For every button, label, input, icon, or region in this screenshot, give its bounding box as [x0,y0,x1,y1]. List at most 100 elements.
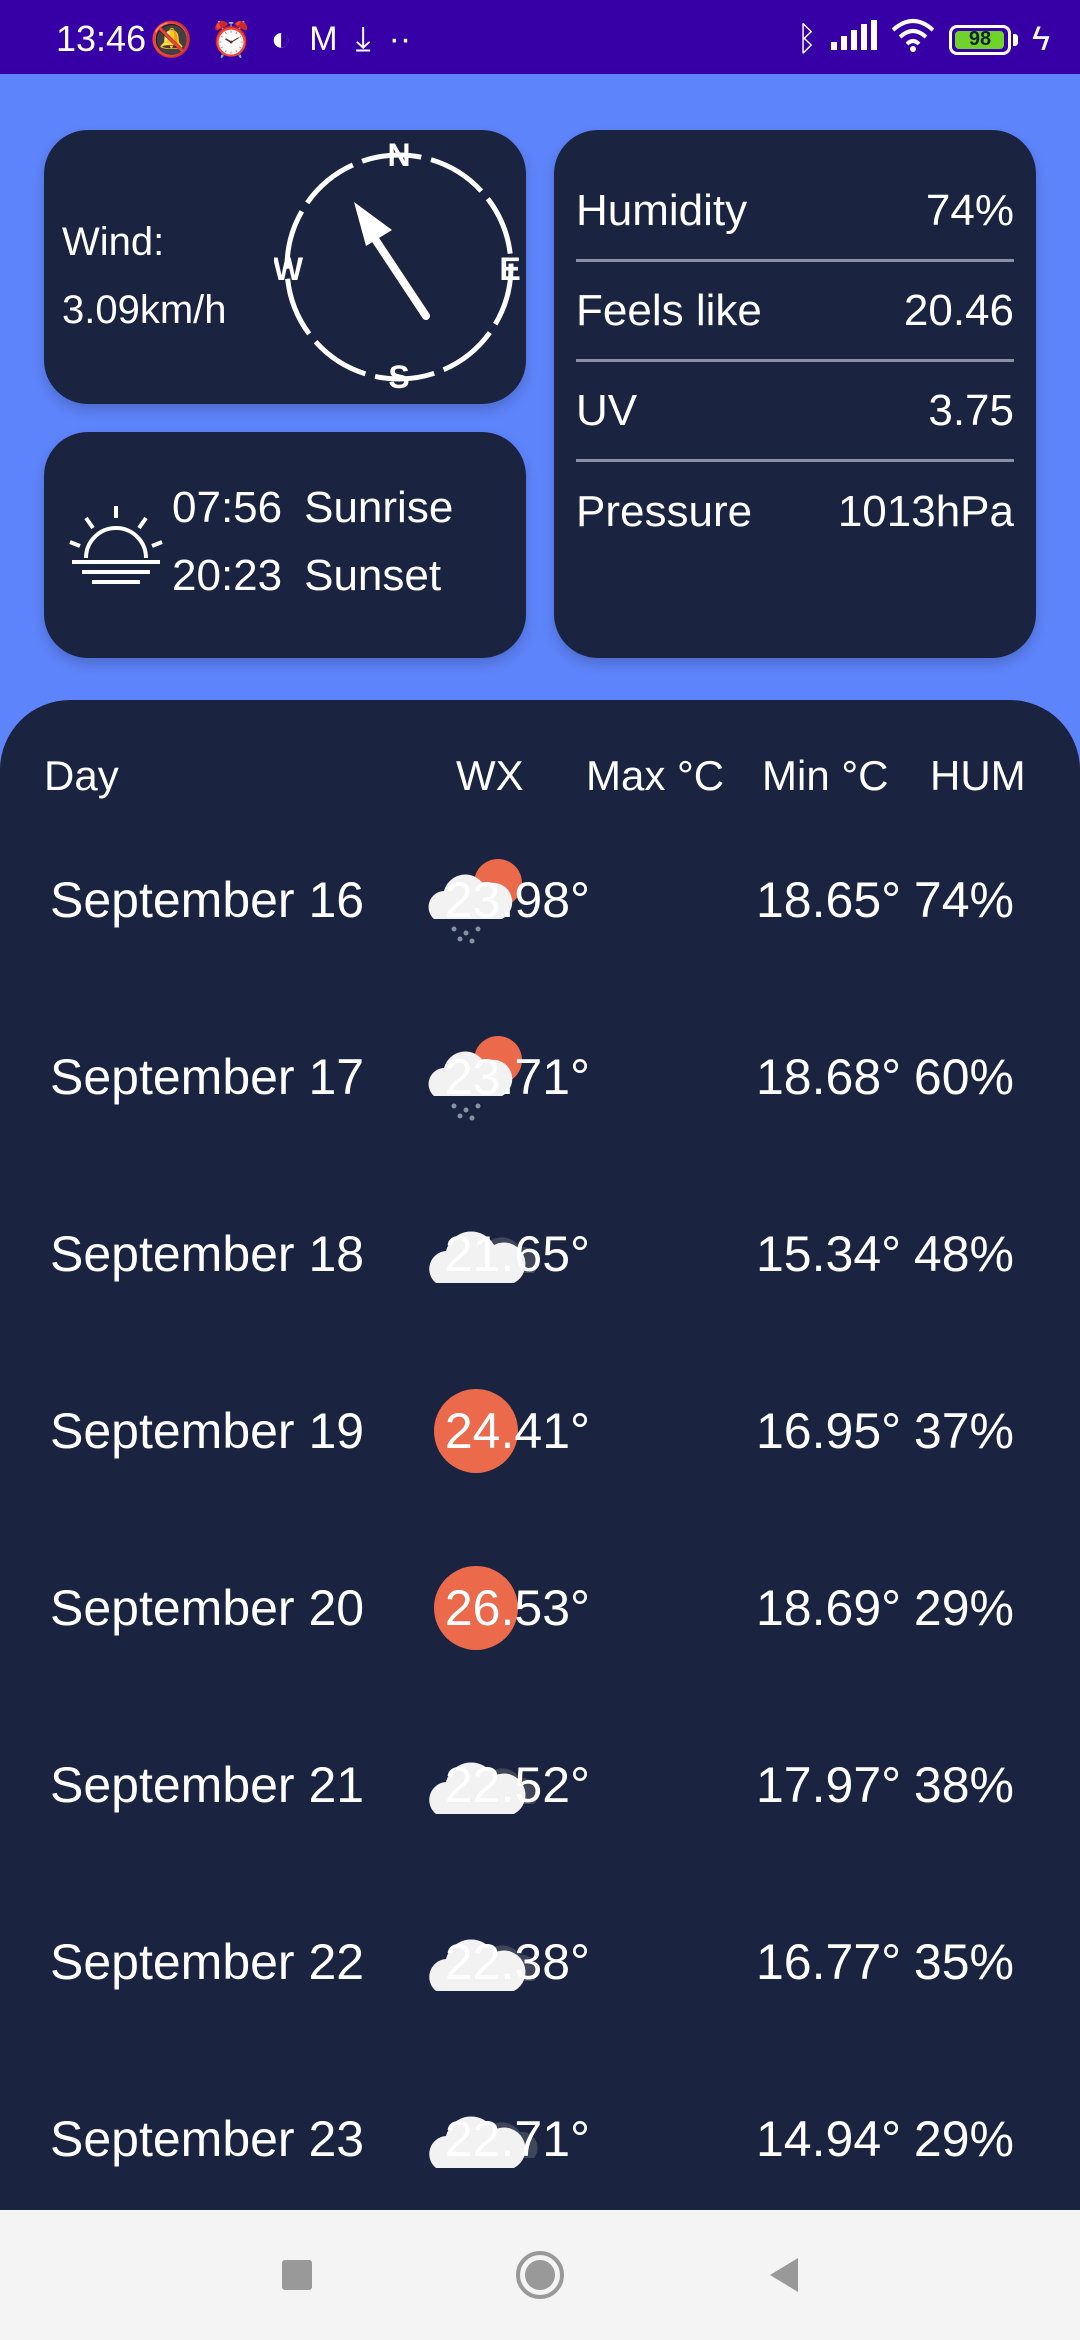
forecast-hum: 74% [913,872,1014,928]
sunset-time: 20:23 [172,551,283,600]
compass-e: E [499,251,520,287]
stat-humidity: Humidity 74% [576,162,1014,262]
more-icon: ·· [388,20,412,58]
wind-label: Wind: [62,220,165,264]
sunset-row: 20:23 Sunset [172,542,453,610]
header-day: Day [44,752,119,799]
sunrise-icon [69,506,163,584]
forecast-row[interactable]: September 19 24.41° 16.95° 37% [0,1343,1080,1519]
stats-card: Humidity 74% Feels like 20.46 UV 3.75 Pr… [554,130,1036,658]
wind-text: Wind: 3.09km/h [62,208,227,344]
wifi-icon [891,18,935,61]
wind-arrow [354,202,430,320]
forecast-row[interactable]: September 18 21.65° 15.34° 48% [0,1166,1080,1342]
stat-label: Humidity [576,185,748,235]
bluetooth-icon: ᛒ [796,20,817,58]
sun-times: 07:56 Sunrise 20:23 Sunset [172,474,453,610]
stat-label: Feels like [576,285,762,335]
forecast-max: 23.71° [444,1049,590,1105]
battery-level: 98 [968,28,992,50]
notification-icons: 🔕 ⏰ ◐ M ⤓ ·· [150,20,411,60]
forecast-row[interactable]: September 16 23.98° 18.65° 74% [0,812,1080,988]
forecast-max: 22.38° [444,1934,590,1990]
stat-value: 1013hPa [837,487,1014,536]
forecast-max: 22.52° [444,1757,590,1813]
forecast-hum: 60% [913,1049,1014,1105]
forecast-day: September 21 [50,1757,365,1813]
stat-uv: UV 3.75 [576,362,1014,462]
forecast-row[interactable]: September 20 26.53° 18.69° 29% [0,1520,1080,1696]
forecast-min: 14.94° [756,2111,902,2167]
forecast-hum: 35% [913,1934,1014,1990]
forecast-day: September 23 [50,2111,365,2167]
forecast-min: 17.97° [756,1757,902,1813]
compass-n: N [387,142,410,173]
recents-button[interactable] [272,2250,322,2300]
compass-s: S [388,359,409,392]
forecast-max: 24.41° [444,1403,590,1459]
forecast-min: 15.34° [756,1226,902,1282]
charging-icon: ϟ [1032,20,1050,58]
forecast-min: 18.68° [756,1049,902,1105]
battery-tip [1013,33,1018,46]
battery-icon: 98 [949,24,1011,55]
gmail-icon: M [309,20,338,58]
forecast-row[interactable]: September 23 22.71° 14.94° 29% [0,2051,1080,2227]
forecast-hum: 38% [913,1757,1014,1813]
sunrise-time: 07:56 [172,483,283,532]
forecast-hum: 37% [913,1403,1014,1459]
forecast-min: 18.65° [756,872,902,928]
navigation-bar [0,2210,1080,2340]
forecast-min: 18.69° [756,1580,902,1636]
sunrise-row: 07:56 Sunrise [172,474,453,542]
stat-pressure: Pressure 1013hPa [576,462,1014,562]
mute-icon: 🔕 [150,21,193,59]
status-bar: 13:46 🔕 ⏰ ◐ M ⤓ ·· ᛒ 98 ϟ [0,0,1080,74]
forecast-max: 22.71° [444,2111,590,2167]
sunrise-label: Sunrise [304,483,454,532]
forecast-hum: 48% [913,1226,1014,1282]
system-icons: ᛒ 98 ϟ [797,18,1050,61]
status-time: 13:46 [56,18,147,59]
wind-speed: 3.09km/h [62,288,227,332]
stat-value: 3.75 [928,385,1014,435]
alarm-icon: ⏰ [210,21,253,59]
forecast-min: 16.95° [756,1403,902,1459]
forecast-panel[interactable]: Day WX Max °C Min °C HUM September 16 23… [0,700,1080,2210]
forecast-hum: 29% [913,2111,1014,2167]
header-max: Max °C [586,752,725,799]
header-hum: HUM [930,752,1026,799]
forecast-day: September 17 [50,1049,365,1105]
stat-feels-like: Feels like 20.46 [576,262,1014,362]
app-icon: ◐ [270,20,292,58]
forecast-day: September 19 [50,1403,365,1459]
back-button[interactable] [760,2250,810,2300]
forecast-max: 21.65° [444,1226,590,1282]
sunset-label: Sunset [304,551,442,600]
forecast-row[interactable]: September 22 22.38° 16.77° 35% [0,1874,1080,2050]
wind-card: Wind: 3.09km/h N E S W [44,130,526,404]
forecast-day: September 22 [50,1934,365,1990]
forecast-day: September 20 [50,1580,365,1636]
download-icon: ⤓ [355,20,371,58]
compass-w: W [274,251,304,287]
forecast-row[interactable]: September 17 23.71° 18.68° 60% [0,989,1080,1165]
forecast-max: 26.53° [444,1580,590,1636]
compass-icon: N E S W [274,142,521,392]
header-min: Min °C [762,752,889,799]
header-wx: WX [456,752,524,799]
forecast-header: Day WX Max °C Min °C HUM [0,752,1080,812]
forecast-min: 16.77° [756,1934,902,1990]
forecast-day: September 16 [50,872,365,928]
forecast-hum: 29% [913,1580,1014,1636]
signal-icon [831,20,877,59]
forecast-day: September 18 [50,1226,365,1282]
forecast-max: 23.98° [444,872,590,928]
sun-card: 07:56 Sunrise 20:23 Sunset [44,432,526,658]
forecast-row[interactable]: September 21 22.52° 17.97° 38% [0,1697,1080,1873]
stat-value: 74% [925,185,1014,235]
home-button[interactable] [515,2250,565,2300]
stat-label: Pressure [576,487,753,536]
stat-label: UV [576,385,638,435]
stat-value: 20.46 [903,285,1014,335]
